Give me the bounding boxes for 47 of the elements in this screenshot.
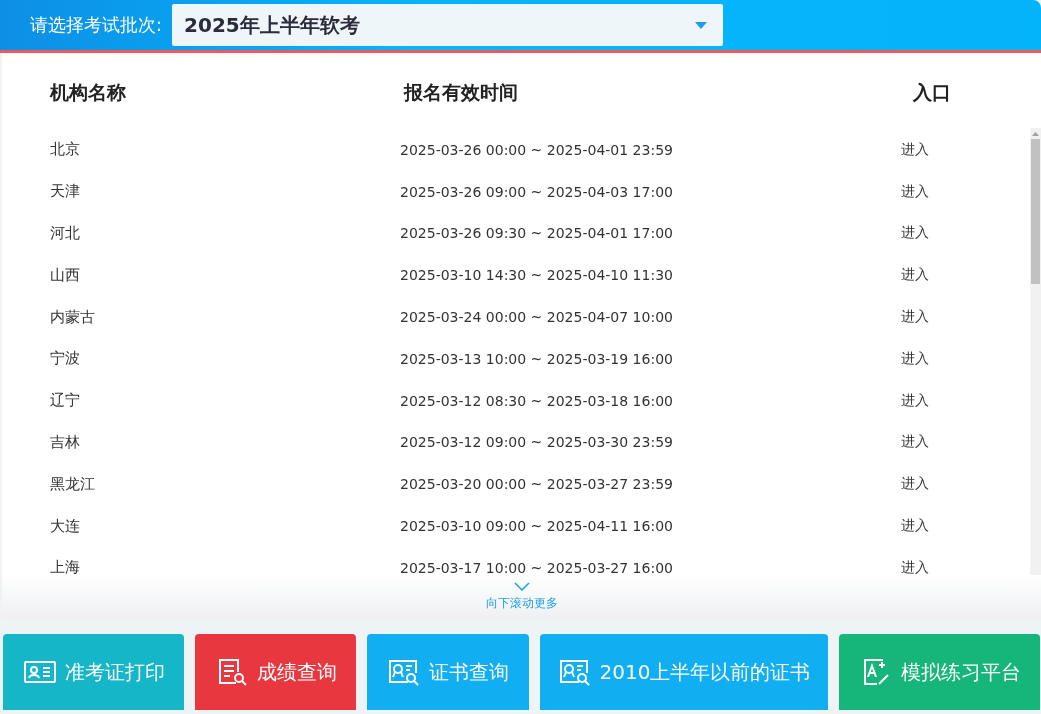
enter-link[interactable]: 进入 xyxy=(855,517,929,536)
enter-link[interactable]: 进入 xyxy=(855,224,929,243)
table-cell-text: 2025-03-26 00:00 ~ 2025-04-01 23:59 xyxy=(400,141,674,158)
action-button[interactable]: 成绩查询 xyxy=(195,634,356,710)
column-header: 入口 xyxy=(911,79,952,105)
batch-label: 请选择考试批次: xyxy=(30,13,163,37)
table-cell-text: 辽宁 xyxy=(49,391,81,411)
table-cell-text: 北京 xyxy=(49,140,81,160)
table-cell-text: 宁波 xyxy=(49,349,81,369)
enter-link[interactable]: 进入 xyxy=(855,266,929,285)
table-cell-text: 黑龙江 xyxy=(49,474,96,494)
table-cell-text: 2025-03-17 10:00 ~ 2025-03-27 16:00 xyxy=(400,559,674,576)
enter-link[interactable]: 进入 xyxy=(855,182,929,201)
table-cell-text: 2025-03-26 09:00 ~ 2025-04-03 17:00 xyxy=(400,183,674,200)
table-cell-text: 内蒙古 xyxy=(49,307,96,327)
enter-link[interactable]: 进入 xyxy=(855,349,929,368)
certificate-search-icon xyxy=(387,657,421,687)
table-cell-text: 2025-03-10 14:30 ~ 2025-04-10 11:30 xyxy=(400,267,674,284)
enter-link[interactable]: 进入 xyxy=(855,140,929,159)
scrollbar[interactable] xyxy=(1030,128,1041,575)
chevron-down-icon xyxy=(513,582,530,591)
enter-link[interactable]: 进入 xyxy=(855,391,929,410)
table-cell-text: 2025-03-10 09:00 ~ 2025-04-11 16:00 xyxy=(400,518,674,535)
table-cell-text: 2025-03-24 00:00 ~ 2025-04-07 10:00 xyxy=(400,309,674,326)
scroll-more-hint: 向下滚动更多 xyxy=(485,595,558,612)
table-cell-text: 2025-03-26 09:30 ~ 2025-04-01 17:00 xyxy=(400,225,674,242)
batch-select[interactable]: 2025年上半年软考 xyxy=(172,4,724,46)
scroll-up-icon xyxy=(1032,132,1039,136)
caret-icon xyxy=(695,21,708,29)
table-cell-text: 2025-03-12 09:00 ~ 2025-03-30 23:59 xyxy=(400,434,674,451)
column-header: 报名有效时间 xyxy=(402,79,519,105)
table-cell-text: 上海 xyxy=(49,558,81,578)
scrollbar-thumb[interactable] xyxy=(1031,139,1040,284)
table-cell-text: 2025-03-20 00:00 ~ 2025-03-27 23:59 xyxy=(400,476,674,493)
column-header: 机构名称 xyxy=(48,79,127,105)
certificate-search-icon xyxy=(557,657,592,687)
table-cell-text: 大连 xyxy=(49,516,81,536)
table-cell-text: 河北 xyxy=(49,224,81,243)
table-cell-text: 2025-03-13 10:00 ~ 2025-03-19 16:00 xyxy=(400,350,674,367)
enter-link[interactable]: 进入 xyxy=(855,433,929,452)
table-cell-text: 吉林 xyxy=(49,432,81,452)
table-cell-text: 2025-03-12 08:30 ~ 2025-03-18 16:00 xyxy=(400,392,674,409)
enter-link[interactable]: 进入 xyxy=(855,558,929,577)
enter-link[interactable]: 进入 xyxy=(855,308,929,327)
table-cell-text: 山西 xyxy=(49,265,81,285)
enter-link[interactable]: 进入 xyxy=(855,475,929,494)
table-cell-text: 天津 xyxy=(49,182,81,202)
